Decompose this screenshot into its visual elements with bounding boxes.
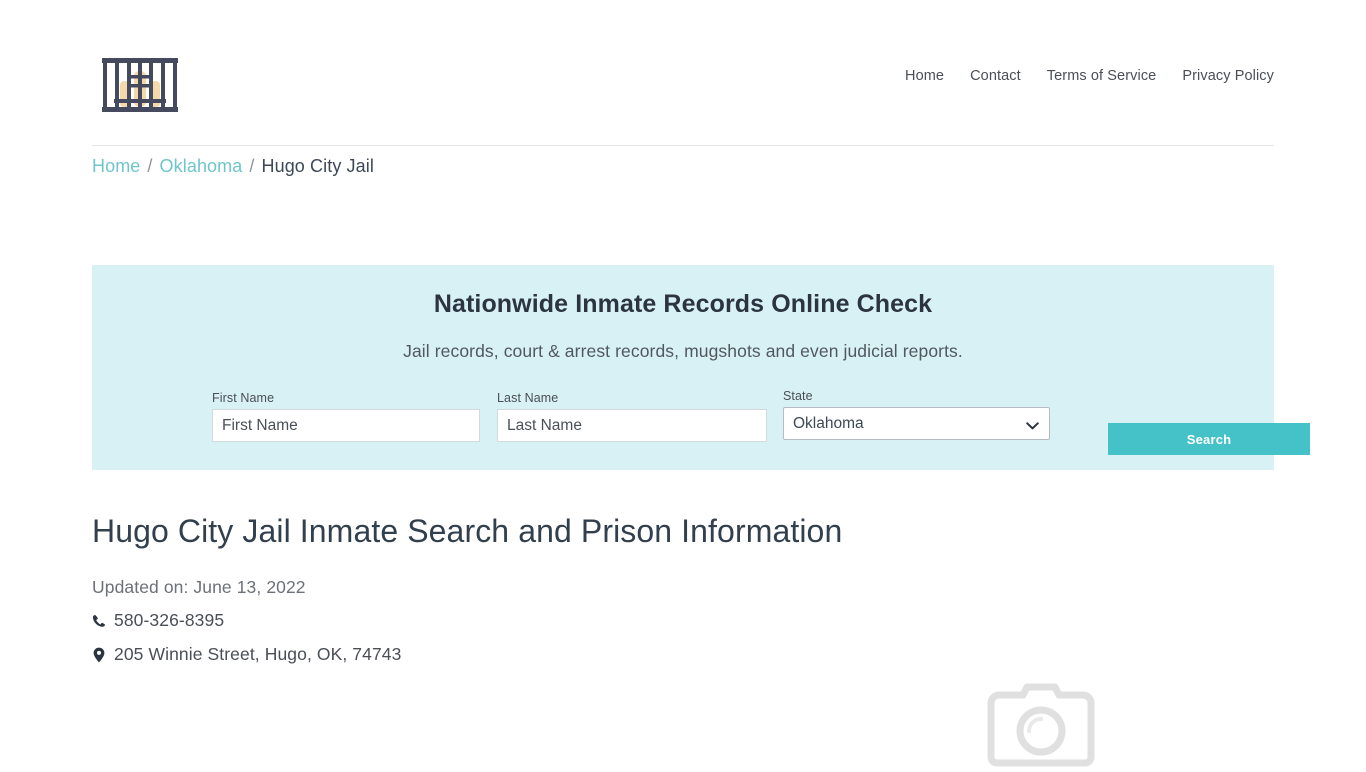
page-root: Home Contact Terms of Service Privacy Po… [0, 0, 1366, 768]
first-name-label: First Name [212, 391, 275, 405]
breadcrumb-link-home[interactable]: Home [92, 156, 140, 177]
nav-item-terms-of-service[interactable]: Terms of Service [1047, 68, 1157, 84]
banner-title: Nationwide Inmate Records Online Check [433, 290, 933, 318]
breadcrumb-separator: / [147, 156, 153, 176]
updated-date: Updated on: June 13, 2022 [92, 577, 306, 597]
inmate-search-form: First Name Last Name State Oklahoma [92, 389, 1310, 471]
last-name-field-group: Last Name [497, 391, 767, 442]
breadcrumb-current: Hugo City Jail [261, 156, 374, 176]
nav-item-privacy-policy[interactable]: Privacy Policy [1182, 68, 1274, 84]
first-name-field-group: First Name [212, 391, 480, 442]
page-title: Hugo City Jail Inmate Search and Prison … [92, 513, 843, 549]
last-name-input[interactable] [497, 409, 767, 442]
nav-item-home[interactable]: Home [905, 68, 944, 84]
state-label: State [783, 389, 813, 403]
banner-subtitle: Jail records, court & arrest records, mu… [403, 341, 963, 361]
nav-item-contact[interactable]: Contact [970, 68, 1021, 84]
state-select[interactable]: Oklahoma [783, 407, 1050, 440]
inmate-search-banner: Nationwide Inmate Records Online Check J… [92, 265, 1310, 471]
site-header: Home Contact Terms of Service Privacy Po… [92, 0, 1274, 146]
address-row: 205 Winnie Street, Hugo, OK, 74743 [92, 644, 401, 665]
phone-row: 580-326-8395 [92, 610, 224, 631]
breadcrumb-link-oklahoma[interactable]: Oklahoma [160, 156, 243, 177]
address-text: 205 Winnie Street, Hugo, OK, 74743 [114, 644, 402, 664]
breadcrumb: Home / Oklahoma / Hugo City Jail [92, 156, 374, 177]
phone-icon [92, 614, 106, 628]
first-name-input[interactable] [212, 409, 480, 442]
jail-bars-logo[interactable] [100, 55, 180, 117]
main-navigation: Home Contact Terms of Service Privacy Po… [905, 68, 1274, 84]
map-pin-icon [92, 647, 106, 663]
breadcrumb-separator: / [249, 156, 255, 176]
search-button[interactable]: Search [1108, 423, 1310, 455]
last-name-label: Last Name [497, 391, 559, 405]
state-select-wrapper: Oklahoma [783, 407, 1050, 440]
camera-icon [985, 683, 1097, 767]
state-field-group: State Oklahoma [783, 389, 1050, 440]
phone-number[interactable]: 580-326-8395 [114, 610, 224, 631]
